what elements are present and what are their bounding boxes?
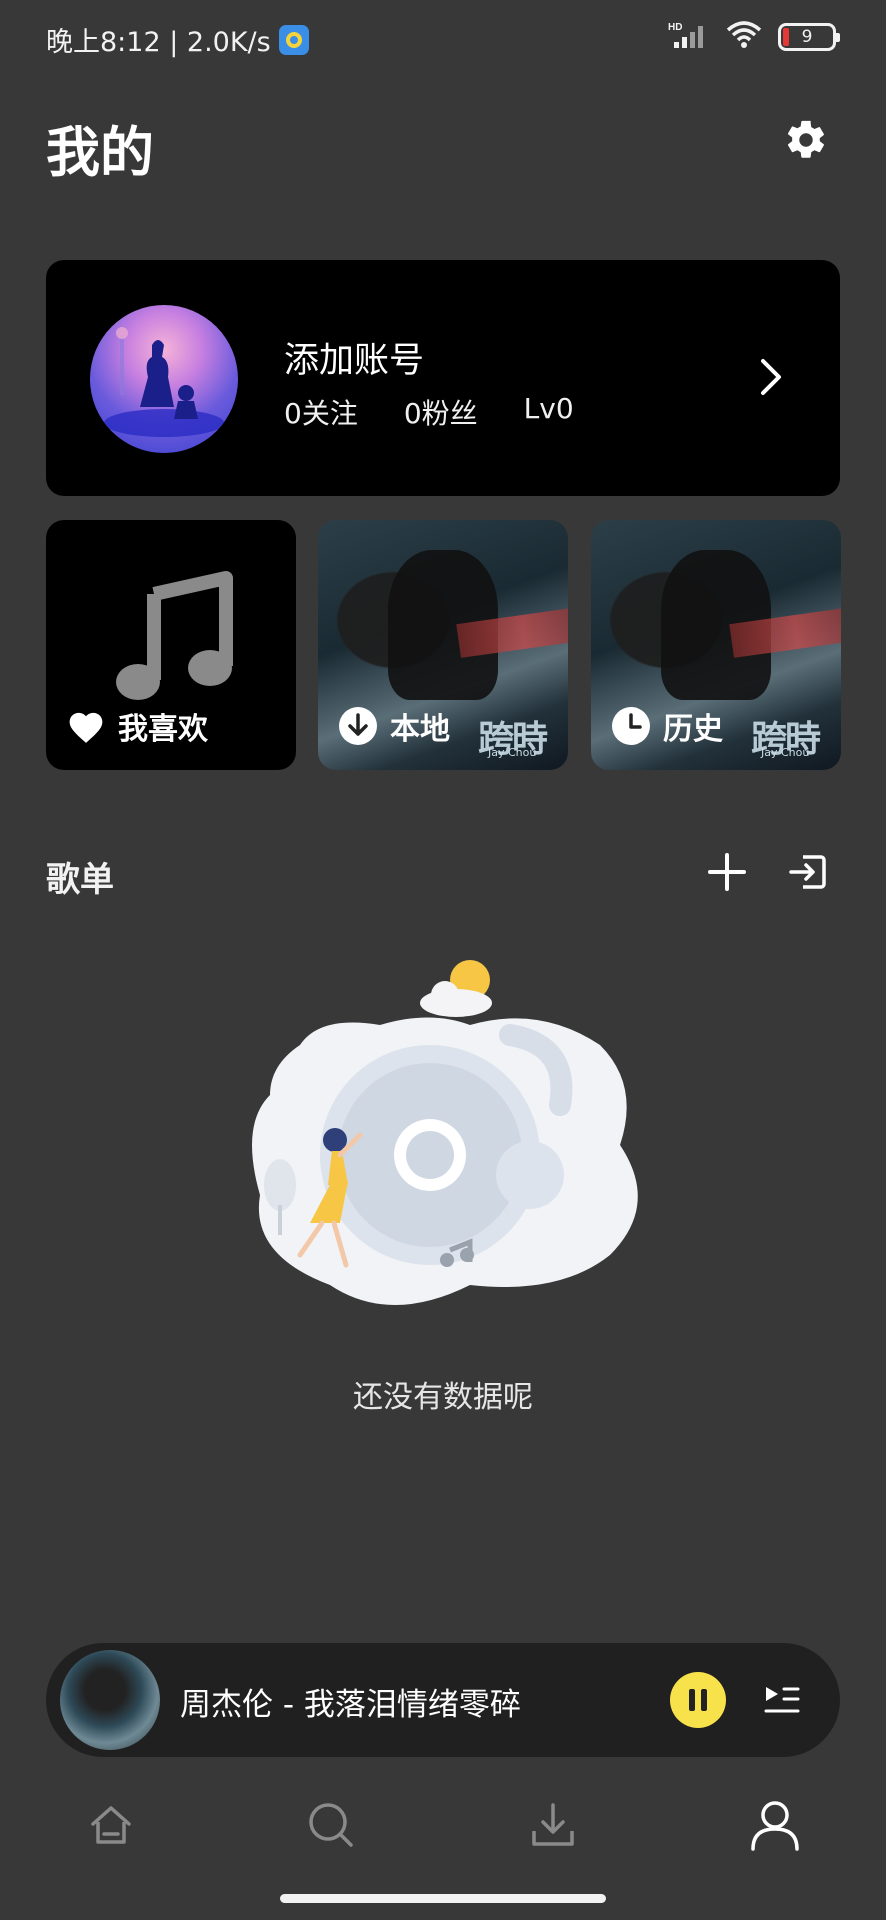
account-name: 添加账号 [284, 341, 425, 381]
clock-icon [611, 706, 651, 746]
page-title: 我的 [46, 121, 154, 184]
mini-player-cover[interactable] [60, 1650, 160, 1750]
tile-favorites-text: 我喜欢 [118, 712, 208, 747]
home-icon [91, 1806, 131, 1844]
tile-favorites-label: 我喜欢 [66, 704, 208, 748]
cover-text: 跨時代 [751, 719, 821, 760]
svg-text:HD: HD [668, 22, 682, 33]
tile-local-text: 本地 [390, 712, 450, 747]
download-icon [532, 1803, 574, 1846]
playlist-icon [764, 1687, 800, 1713]
empty-state-text: 还没有数据呢 [353, 1380, 533, 1415]
bottom-nav [0, 1790, 886, 1860]
tile-history-text: 历史 [663, 712, 723, 747]
add-playlist-button[interactable] [703, 848, 751, 896]
avatar[interactable] [90, 305, 238, 453]
account-card[interactable]: 添加账号 0关注 0粉丝 Lv0 [46, 260, 840, 496]
account-stats: 0关注 0粉丝 Lv0 [284, 392, 574, 432]
chevron-right-icon[interactable] [746, 352, 796, 402]
play-queue-button[interactable] [758, 1676, 806, 1724]
user-icon [751, 1801, 799, 1851]
empty-illustration [240, 955, 650, 1325]
pause-icon [689, 1689, 707, 1711]
status-left: 晚上8:12 | 2.0K/s [46, 20, 309, 59]
tile-history-label: 历史 [611, 704, 723, 748]
download-icon [338, 706, 378, 746]
import-icon [789, 855, 826, 889]
followers-count[interactable]: 0粉丝 [404, 392, 478, 432]
tile-favorites[interactable]: 我喜欢 [46, 520, 296, 770]
playlist-section-title: 歌单 [46, 860, 114, 900]
following-count[interactable]: 0关注 [284, 392, 358, 432]
app-notification-icon [278, 24, 309, 55]
cover-sub: Jay Chou [761, 746, 810, 759]
import-playlist-button[interactable] [784, 848, 832, 896]
nav-profile[interactable] [740, 1790, 810, 1860]
wifi-icon [724, 20, 764, 54]
battery-level: 9 [801, 27, 813, 47]
gear-icon [787, 120, 824, 158]
cover-text: 跨時代 [478, 719, 548, 760]
nav-home[interactable] [76, 1790, 146, 1860]
home-indicator[interactable] [280, 1894, 606, 1903]
cover-sub: Jay Chou [488, 746, 537, 759]
battery-icon: 9 [778, 23, 840, 51]
music-note-icon [116, 571, 233, 700]
tile-local[interactable]: 跨時代 Jay Chou 本地 [318, 520, 568, 770]
mini-player-title[interactable]: 周杰伦 - 我落泪情绪零碎 [180, 1679, 521, 1724]
tile-local-label: 本地 [338, 704, 450, 748]
screen: 晚上8:12 | 2.0K/s HD 9 我的 添加账号 0关注 0粉丝 Lv0… [0, 0, 886, 1920]
status-bar: 晚上8:12 | 2.0K/s HD 9 [0, 0, 886, 76]
nav-download[interactable] [518, 1790, 588, 1860]
settings-button[interactable] [780, 114, 832, 166]
level-badge: Lv0 [523, 392, 574, 425]
status-time-speed: 晚上8:12 | 2.0K/s [46, 27, 271, 58]
search-icon [309, 1803, 353, 1847]
plus-icon [708, 853, 746, 891]
tile-history[interactable]: 跨時代 Jay Chou 历史 [591, 520, 841, 770]
nav-search[interactable] [296, 1790, 366, 1860]
pause-button[interactable] [670, 1672, 726, 1728]
signal-icon: HD [668, 20, 710, 54]
heart-icon [66, 706, 106, 746]
mini-player[interactable]: 周杰伦 - 我落泪情绪零碎 [46, 1643, 840, 1757]
status-right: HD 9 [668, 20, 840, 54]
